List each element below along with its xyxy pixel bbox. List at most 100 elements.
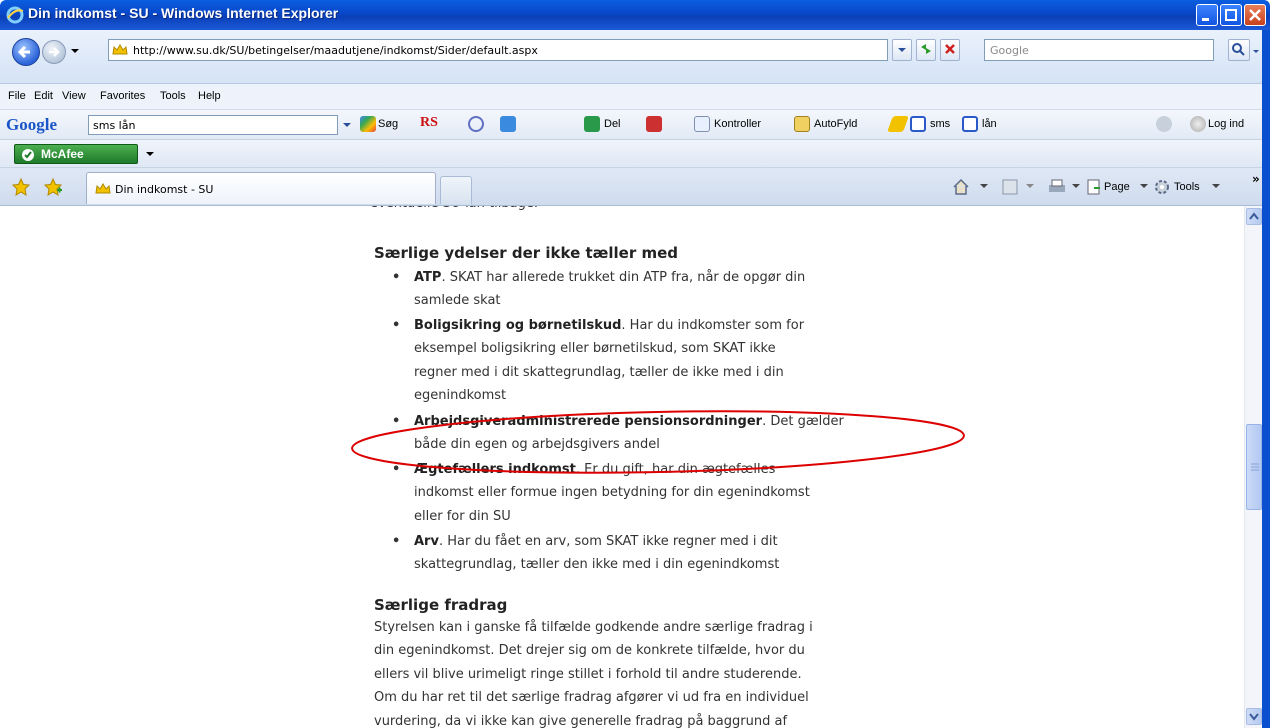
- close-button[interactable]: [1244, 4, 1266, 26]
- menu-favorites[interactable]: Favorites: [100, 90, 145, 102]
- autofill-button[interactable]: AutoFyld: [814, 118, 857, 130]
- bullet-term: Arv: [414, 534, 439, 549]
- search-button[interactable]: [1228, 39, 1250, 61]
- annotation-oval: [351, 410, 965, 474]
- back-button[interactable]: [12, 38, 40, 66]
- bookmarks-icon[interactable]: [468, 116, 484, 132]
- cut-off-line: eventuelle SU-lån tilbage.: [370, 206, 538, 215]
- window-title: Din indkomst - SU - Windows Internet Exp…: [28, 5, 339, 21]
- menu-view[interactable]: View: [62, 90, 86, 102]
- history-dropdown-icon[interactable]: [70, 48, 80, 56]
- login-status-icon: [1190, 116, 1206, 132]
- menu-edit[interactable]: Edit: [34, 90, 53, 102]
- paragraph-line: din egenindkomst. Det drejer sig om de k…: [374, 643, 805, 659]
- share-button[interactable]: Del: [604, 118, 621, 130]
- close-icon: [1249, 9, 1261, 21]
- new-tab-button[interactable]: [440, 176, 472, 204]
- refresh-button[interactable]: [916, 39, 936, 61]
- forward-arrow-icon: [49, 47, 60, 57]
- section-heading-fradrag: Særlige fradrag: [374, 596, 508, 614]
- home-icon[interactable]: [952, 178, 970, 196]
- share-icon: [584, 116, 600, 132]
- chevron-down-icon: [1249, 713, 1259, 721]
- spellcheck-button[interactable]: Kontroller: [714, 118, 761, 130]
- rss-button[interactable]: RS: [420, 115, 438, 131]
- paragraph-line: ellers vil blive urimeligt ringe stillet…: [374, 666, 802, 682]
- bullet-line: indkomst eller formue ingen betydning fo…: [414, 485, 810, 501]
- search-options-chevron-icon[interactable]: [1252, 48, 1260, 56]
- print-dropdown-icon[interactable]: [1072, 184, 1080, 190]
- chevron-more-icon[interactable]: »: [1252, 172, 1260, 186]
- laan-search-icon: [962, 116, 978, 132]
- google-soeg-button[interactable]: Søg: [378, 118, 398, 130]
- vertical-scrollbar[interactable]: [1244, 206, 1262, 728]
- page-content: eventuelle SU-lån tilbage. Særlige ydels…: [0, 206, 1244, 728]
- add-favorite-icon[interactable]: [44, 178, 62, 196]
- bullet-dot: •: [392, 318, 401, 333]
- bullet-line: . Har du indkomster som for: [621, 318, 805, 333]
- stop-icon: [945, 44, 955, 54]
- menu-help[interactable]: Help: [198, 90, 221, 102]
- login-button[interactable]: Log ind: [1208, 118, 1244, 130]
- mcafee-button[interactable]: McAfee: [14, 144, 138, 164]
- address-dropdown-button[interactable]: [892, 39, 912, 61]
- page-icon: [1087, 179, 1100, 195]
- gear-icon: [1155, 180, 1169, 194]
- popup-blocker-icon[interactable]: [646, 116, 662, 132]
- autofill-icon: [794, 116, 810, 132]
- bullet-line: eksempel boligsikring eller børnetilskud…: [414, 341, 776, 357]
- page-dropdown-icon[interactable]: [1140, 184, 1148, 190]
- minimize-button[interactable]: [1196, 4, 1218, 26]
- print-icon[interactable]: [1048, 179, 1066, 195]
- grip-icon: [1251, 463, 1259, 471]
- section-heading-ydelser: Særlige ydelser der ikke tæller med: [374, 244, 679, 262]
- menu-tools[interactable]: Tools: [160, 90, 186, 102]
- google-toolbar: Google sms lån Søg RS Del Kontroller Aut…: [0, 110, 1270, 140]
- stop-button[interactable]: [940, 39, 960, 61]
- add-plus-icon[interactable]: [500, 116, 516, 132]
- tab-din-indkomst[interactable]: Din indkomst - SU: [86, 172, 436, 204]
- highlighter-icon[interactable]: [887, 116, 909, 132]
- paragraph-line: Om du har ret til det særlige fradrag af…: [374, 690, 809, 706]
- maximize-button[interactable]: [1220, 4, 1242, 26]
- feeds-icon[interactable]: [1002, 179, 1018, 195]
- bullet-dot: •: [392, 534, 401, 549]
- maximize-icon: [1225, 9, 1237, 21]
- scroll-thumb[interactable]: [1246, 424, 1262, 510]
- internet-explorer-icon: [6, 6, 24, 24]
- sms-button[interactable]: sms: [930, 118, 950, 130]
- page-menu[interactable]: Page: [1104, 181, 1130, 193]
- tools-dropdown-icon[interactable]: [1212, 184, 1220, 190]
- scroll-up-button[interactable]: [1246, 208, 1262, 225]
- bullet-line: eller for din SU: [414, 508, 511, 524]
- laan-button[interactable]: lån: [982, 118, 997, 130]
- menu-bar: File Edit View Favorites Tools Help: [0, 84, 1270, 110]
- back-arrow-icon: [17, 45, 30, 59]
- tab-bar: Din indkomst - SU Page Tools »: [0, 168, 1270, 206]
- favorites-star-icon[interactable]: [12, 178, 30, 196]
- refresh-icon: [921, 44, 931, 54]
- menu-file[interactable]: File: [8, 90, 26, 102]
- tools-menu[interactable]: Tools: [1174, 181, 1200, 193]
- mcafee-label: McAfee: [41, 147, 84, 161]
- bullet-line: egenindkomst: [414, 388, 507, 404]
- address-url: http://www.su.dk/SU/betingelser/maadutje…: [133, 44, 538, 57]
- title-bar: Din indkomst - SU - Windows Internet Exp…: [0, 0, 1270, 30]
- search-field[interactable]: Google: [984, 39, 1214, 61]
- forward-button[interactable]: [42, 40, 66, 64]
- paragraph-line: vurdering, da vi ikke kan give generelle…: [374, 713, 788, 728]
- address-bar-row: http://www.su.dk/SU/betingelser/maadutje…: [0, 30, 1270, 84]
- google-search-input[interactable]: sms lån: [88, 115, 338, 135]
- google-search-dropdown-icon[interactable]: [342, 122, 352, 130]
- mcafee-check-icon: [22, 149, 34, 161]
- scroll-down-button[interactable]: [1246, 708, 1262, 725]
- mcafee-dropdown-icon[interactable]: [146, 152, 154, 158]
- wrench-icon[interactable]: [1156, 116, 1172, 132]
- home-dropdown-icon[interactable]: [980, 184, 988, 190]
- bullet-line: samlede skat: [414, 293, 501, 309]
- paragraph-fradrag: Styrelsen kan i ganske få tilfælde godke…: [374, 616, 894, 728]
- address-field[interactable]: http://www.su.dk/SU/betingelser/maadutje…: [108, 39, 888, 61]
- google-search-query: sms lån: [93, 119, 136, 132]
- paragraph-line: Styrelsen kan i ganske få tilfælde godke…: [374, 620, 813, 635]
- feeds-dropdown-icon[interactable]: [1026, 184, 1034, 190]
